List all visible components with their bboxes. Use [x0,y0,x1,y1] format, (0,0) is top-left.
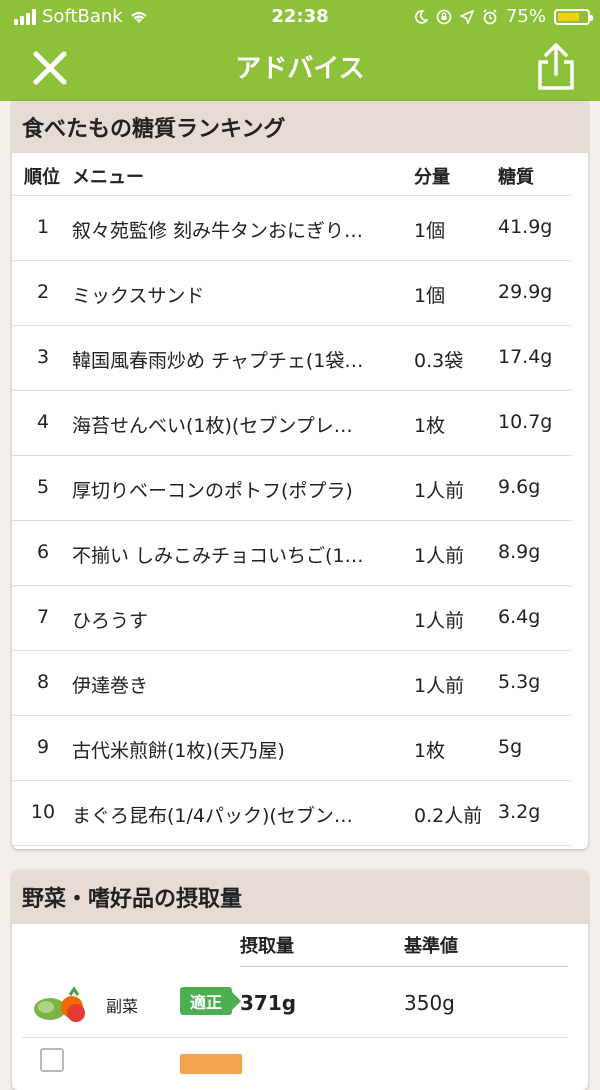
row-amount: 1個 [414,285,446,307]
row-carb: 17.4g [498,346,553,368]
header-menu: メニュー [72,167,144,188]
row-menu: 不揃い しみこみチョコいちご(1… [72,545,364,567]
row-carb: 10.7g [498,411,553,433]
table-row: 3 韓国風春雨炒め チャプチェ(1袋… 0.3袋 17.4g [12,326,572,391]
alarm-icon [483,8,497,24]
table-row: 9 古代米煎餅(1枚)(天乃屋) 1枚 5g [12,716,572,781]
intake-table-header: 摂取量 基準値 [240,924,568,967]
carb-ranking-card: 食べたもの糖質ランキング 順位 メニュー 分量 糖質 1 叙々苑監修 刻み牛タンお… [12,101,588,849]
table-row: 8 伊達巻き 1人前 5.3g [12,651,572,716]
row-rank: 9 [36,736,50,758]
rotation-lock-icon [436,9,452,24]
status-badge: 適正 [180,987,241,1015]
table-row: 7 ひろうす 1人前 6.4g [12,586,572,651]
ranking-rows: 1 叙々苑監修 刻み牛タンおにぎり… 1個 41.9g 2 ミックスサンド 1個 29.9g… [12,196,588,846]
row-carb: 5g [498,736,523,758]
row-amount: 1個 [414,220,446,242]
battery-fill [558,12,579,21]
row-rank: 4 [36,411,50,433]
header-rank: 順位 [24,167,60,188]
row-menu: 叙々苑監修 刻み牛タンおにぎり… [72,220,364,242]
share-icon[interactable] [534,42,578,92]
row-rank: 10 [30,801,56,823]
next-row-icon [40,1048,64,1072]
row-rank: 3 [36,346,50,368]
table-row: 2 ミックスサンド 1個 29.9g [12,261,572,326]
row-carb: 5.3g [498,671,541,693]
moon-icon [415,9,428,24]
row-carb: 29.9g [498,281,553,303]
row-menu: 韓国風春雨炒め チャプチェ(1袋… [72,350,364,372]
header-standard: 基準値 [404,936,458,957]
battery-percent: 75% [505,6,546,27]
table-row: 5 厚切りベーコンのポトフ(ポプラ) 1人前 9.6g [12,456,572,521]
row-amount: 1人前 [414,480,465,502]
page-title: アドバイス [235,54,365,84]
header-carb: 糖質 [498,167,534,188]
intake-title: 野菜・嗜好品の摂取量 [12,870,588,924]
row-amount: 1枚 [414,415,446,437]
row-menu: 古代米煎餅(1枚)(天乃屋) [72,740,285,762]
row-carb: 6.4g [498,606,541,628]
row-amount: 0.3袋 [414,350,464,372]
row-menu: ミックスサンド [72,285,205,307]
vegetables-icon [34,986,85,1022]
row-amount: 1枚 [414,740,446,762]
status-badge-text: 適正 [189,993,222,1012]
row-rank: 2 [36,281,50,303]
status-bar: SoftBank 22:38 75% [0,0,600,34]
row-amount: 0.2人前 [414,805,483,827]
row-rank: 7 [36,606,50,628]
row-menu: 海苔せんべい(1枚)(セブンプレ… [72,415,353,437]
header-amount: 分量 [414,167,450,188]
row-menu: 厚切りベーコンのポトフ(ポプラ) [72,480,353,502]
table-row: 1 叙々苑監修 刻み牛タンおにぎり… 1個 41.9g [12,196,572,261]
table-row: 10 まぐろ昆布(1/4パック)(セブン… 0.2人前 3.2g [12,781,572,846]
battery-icon [554,8,593,25]
intake-standard: 350g [404,991,455,1015]
row-menu: ひろうす [72,610,149,632]
ranking-title: 食べたもの糖質ランキング [12,101,588,153]
row-carb: 41.9g [498,216,553,238]
intake-card: 野菜・嗜好品の摂取量 摂取量 基準値 副菜 適正 371g 350g [12,870,588,1090]
row-carb: 8.9g [498,541,541,563]
row-rank: 6 [36,541,50,563]
row-amount: 1人前 [414,545,465,567]
row-menu: まぐろ昆布(1/4パック)(セブン… [72,805,353,827]
table-row: 6 不揃い しみこみチョコいちご(1… 1人前 8.9g [12,521,572,586]
intake-row: 副菜 適正 371g 350g [22,967,568,1038]
status-right: 75% [414,6,593,27]
row-carb: 3.2g [498,801,541,823]
next-status-badge [180,1054,242,1074]
row-rank: 8 [36,671,50,693]
row-amount: 1人前 [414,675,465,697]
header-intake-amount: 摂取量 [240,936,294,957]
row-rank: 1 [36,216,50,238]
intake-amount: 371g [240,991,297,1015]
table-row: 4 海苔せんべい(1枚)(セブンプレ… 1枚 10.7g [12,391,572,456]
intake-label: 副菜 [106,997,139,1016]
location-icon [459,9,474,24]
row-amount: 1人前 [414,610,465,632]
top-bar: SoftBank 22:38 75% アドバイス [0,0,600,101]
row-carb: 9.6g [498,476,541,498]
ranking-table-header: 順位 メニュー 分量 糖質 [12,153,572,196]
row-rank: 5 [36,476,50,498]
next-intake-row [22,1038,588,1074]
row-menu: 伊達巻き [72,675,149,697]
